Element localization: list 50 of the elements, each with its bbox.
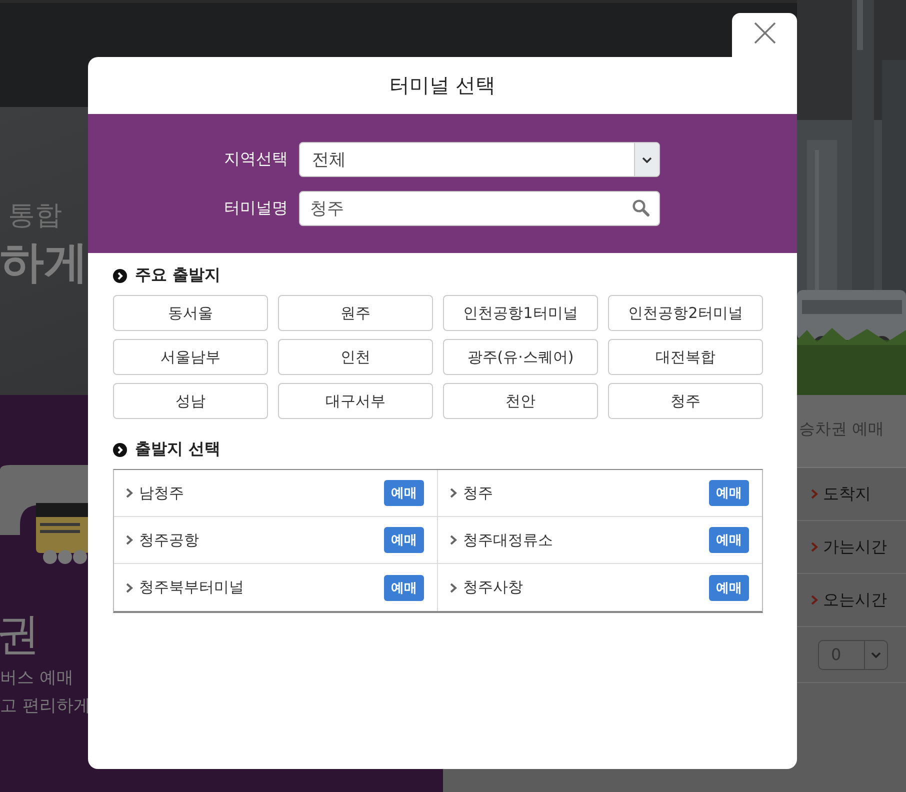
- terminal-button[interactable]: 원주: [278, 295, 433, 331]
- book-button[interactable]: 예매: [709, 574, 749, 600]
- promo-text: 고 편리하게: [0, 695, 92, 718]
- terminal-name[interactable]: 남청주: [139, 484, 378, 502]
- terminal-button[interactable]: 서울남부: [113, 339, 268, 375]
- close-button[interactable]: [732, 13, 797, 59]
- terminal-button[interactable]: 청주: [608, 383, 763, 419]
- terminal-button[interactable]: 천안: [443, 383, 598, 419]
- promo-text: 버스 예매: [0, 667, 74, 690]
- modal-title: 터미널 선택: [389, 72, 496, 99]
- terminal-button[interactable]: 인천: [278, 339, 433, 375]
- section-heading: 출발지 선택: [135, 439, 221, 460]
- terminal-name[interactable]: 청주대정류소: [463, 530, 703, 550]
- terminal-button[interactable]: 대전복합: [608, 339, 763, 375]
- search-field[interactable]: 청주: [299, 191, 660, 226]
- chevron-icon: [450, 582, 457, 592]
- caret-icon: [871, 652, 881, 658]
- terminal-button[interactable]: 대구서부: [278, 383, 433, 419]
- section-heading: 주요 출발지: [135, 265, 221, 286]
- field-label: 터미널명: [224, 198, 288, 219]
- chevron-icon: [811, 542, 818, 552]
- chevron-icon: [126, 535, 133, 545]
- book-button[interactable]: 예매: [384, 574, 424, 600]
- chevron-icon: [126, 582, 133, 592]
- chevron-icon: [450, 535, 457, 545]
- region-select[interactable]: 전체: [299, 142, 660, 177]
- chevron-icon: [811, 595, 818, 605]
- chevron-icon: [450, 488, 457, 498]
- caret-icon: [642, 156, 652, 162]
- terminal-button[interactable]: 성남: [113, 383, 268, 419]
- chevron-icon: [126, 488, 133, 498]
- terminal-button[interactable]: 인천공항2터미널: [608, 295, 763, 331]
- terminal-button[interactable]: 광주(유·스퀘어): [443, 339, 598, 375]
- terminal-name[interactable]: 청주: [463, 484, 703, 502]
- chevron-circle-icon: [113, 442, 127, 456]
- terminal-name[interactable]: 청주사창: [463, 578, 703, 597]
- book-button[interactable]: 예매: [709, 527, 749, 553]
- book-button[interactable]: 예매: [384, 527, 424, 553]
- chevron-circle-icon: [113, 268, 127, 282]
- terminal-button[interactable]: 동서울: [113, 295, 268, 331]
- close-icon: [754, 22, 776, 44]
- banner-headline: 하게: [0, 236, 88, 290]
- field-label: 지역선택: [224, 149, 288, 170]
- book-button[interactable]: 예매: [709, 480, 749, 506]
- chevron-icon: [811, 489, 818, 499]
- search-icon[interactable]: [632, 199, 650, 217]
- terminal-button[interactable]: 인천공항1터미널: [443, 295, 598, 331]
- terminal-name[interactable]: 청주북부터미널: [139, 578, 378, 597]
- terminal-name[interactable]: 청주공항: [139, 530, 378, 550]
- book-button[interactable]: 예매: [384, 480, 424, 506]
